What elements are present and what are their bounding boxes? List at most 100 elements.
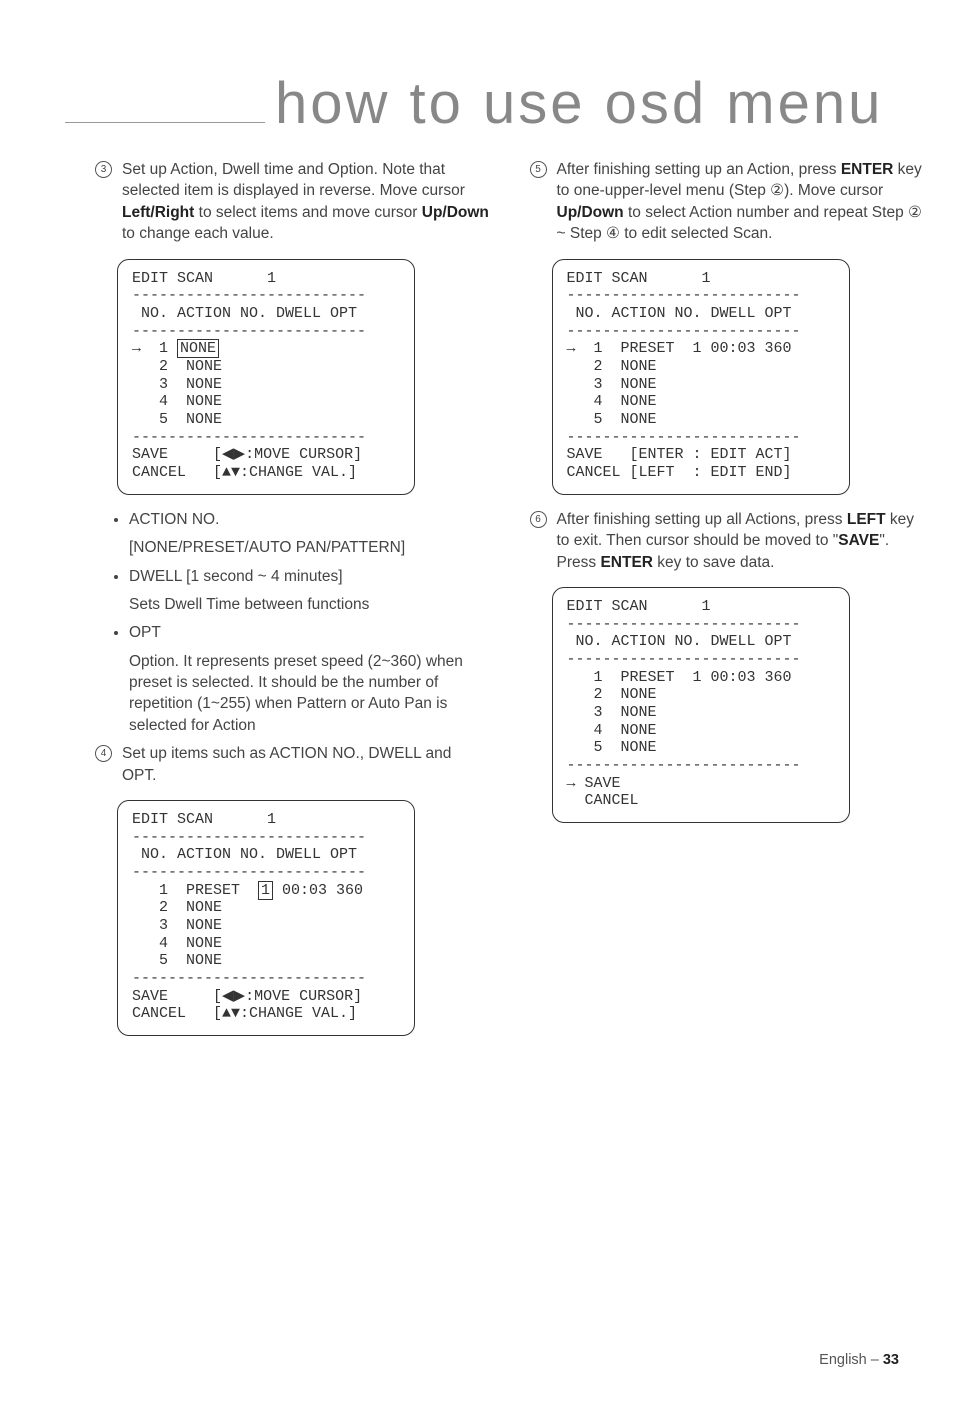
step-3: 3 Set up Action, Dwell time and Option. … [95,159,490,245]
page-footer: English – 33 [819,1352,899,1368]
osd1-s1: SAVE [◀▶:MOVE CURSOR] [132,446,362,463]
osd4-d3: -------------------------- [567,757,801,774]
osd-screen-1: EDIT SCAN 1 -------------------------- N… [117,259,415,495]
osd4-r4: 4 NONE [567,722,657,739]
step-3-icon: 3 [95,161,112,178]
osd1-d2: -------------------------- [132,323,366,340]
osd3-s2: CANCEL [LEFT : EDIT END] [567,464,792,481]
osd3-r1: → 1 PRESET 1 00:03 360 [567,340,792,357]
osd3-r3: 3 NONE [567,376,657,393]
osd4-s1: → SAVE [567,775,621,792]
osd3-r2: 2 NONE [567,358,657,375]
osd3-d2: -------------------------- [567,323,801,340]
step-3-body: Set up Action, Dwell time and Option. No… [122,159,490,245]
step-5-body: After finishing setting up an Action, pr… [557,159,925,245]
bullet-action-no: ACTION NO. [129,509,490,530]
osd1-r1-sel: NONE [177,339,219,358]
step-6-text-g: key to save data. [653,554,775,571]
bullet-list-2: DWELL [1 second ~ 4 minutes] [129,566,490,587]
osd2-d1: -------------------------- [132,829,366,846]
osd3-hdr: NO. ACTION NO. DWELL OPT [567,305,792,322]
osd-screen-2: EDIT SCAN 1 -------------------------- N… [117,800,415,1036]
osd2-r1a: 1 PRESET [132,882,258,899]
osd1-title: EDIT SCAN 1 [132,270,276,287]
step-5-icon: 5 [530,161,547,178]
osd4-s2: CANCEL [567,792,639,809]
osd4-hdr: NO. ACTION NO. DWELL OPT [567,633,792,650]
osd4-r2: 2 NONE [567,686,657,703]
osd3-r4: 4 NONE [567,393,657,410]
step-4: 4 Set up items such as ACTION NO., DWELL… [95,743,490,786]
step-6-text-a: After finishing setting up all Actions, … [557,511,847,528]
step-5: 5 After finishing setting up an Action, … [530,159,925,245]
osd3-title: EDIT SCAN 1 [567,270,711,287]
osd2-title: EDIT SCAN 1 [132,811,276,828]
bullet-list-3: OPT [129,622,490,643]
bullet-2-title: DWELL [129,568,182,585]
step-6-icon: 6 [530,511,547,528]
osd2-s1: SAVE [◀▶:MOVE CURSOR] [132,988,362,1005]
osd3-s1: SAVE [ENTER : EDIT ACT] [567,446,792,463]
step-5-text-a: After finishing setting up an Action, pr… [557,161,841,178]
osd1-r1a: → 1 [132,340,177,357]
right-column: 5 After finishing setting up an Action, … [530,159,925,1050]
bullet-2-range: [1 second ~ 4 minutes] [182,568,343,585]
bullet-3-sub: Option. It represents preset speed (2~36… [129,651,490,737]
osd-screen-3: EDIT SCAN 1 -------------------------- N… [552,259,850,495]
page-header: how to use osd menu [65,70,924,137]
step-4-body: Set up items such as ACTION NO., DWELL a… [122,743,490,786]
osd2-r2: 2 NONE [132,899,222,916]
step-6-bold-d: SAVE [838,532,879,549]
page-title: how to use osd menu [275,70,883,137]
footer-lang: English – [819,1352,883,1368]
step-6: 6 After finishing setting up all Actions… [530,509,925,573]
step-4-icon: 4 [95,745,112,762]
bullet-list: ACTION NO. [129,509,490,530]
osd4-d2: -------------------------- [567,651,801,668]
osd4-title: EDIT SCAN 1 [567,598,711,615]
step-3-text-e: to change each value. [122,225,274,242]
osd2-r3: 3 NONE [132,917,222,934]
osd4-r1: 1 PRESET 1 00:03 360 [567,669,792,686]
bullet-3-title: OPT [129,624,161,641]
step-3-text-c: to select items and move cursor [194,204,421,221]
osd1-hdr: NO. ACTION NO. DWELL OPT [132,305,357,322]
osd1-r4: 4 NONE [132,393,222,410]
osd3-d3: -------------------------- [567,429,801,446]
step-3-bold-d: Up/Down [422,204,489,221]
step-5-bold-b: ENTER [841,161,894,178]
osd2-d2: -------------------------- [132,864,366,881]
left-column: 3 Set up Action, Dwell time and Option. … [95,159,490,1050]
bullet-1-title: ACTION NO. [129,511,219,528]
header-rule [65,122,265,123]
step-6-body: After finishing setting up all Actions, … [557,509,925,573]
osd1-d1: -------------------------- [132,287,366,304]
osd1-r2: 2 NONE [132,358,222,375]
osd1-d3: -------------------------- [132,429,366,446]
osd1-r5: 5 NONE [132,411,222,428]
osd1-r3: 3 NONE [132,376,222,393]
step-6-bold-b: LEFT [847,511,886,528]
osd4-d1: -------------------------- [567,616,801,633]
osd4-r3: 3 NONE [567,704,657,721]
osd2-r1c: 00:03 360 [273,882,363,899]
osd2-r1-sel: 1 [258,881,273,900]
bullet-dwell: DWELL [1 second ~ 4 minutes] [129,566,490,587]
osd4-r5: 5 NONE [567,739,657,756]
osd2-d3: -------------------------- [132,970,366,987]
step-3-text-a: Set up Action, Dwell time and Option. No… [122,161,465,199]
osd2-s2: CANCEL [▲▼:CHANGE VAL.] [132,1005,357,1022]
osd3-r5: 5 NONE [567,411,657,428]
osd1-s2: CANCEL [▲▼:CHANGE VAL.] [132,464,357,481]
bullet-1-sub: [NONE/PRESET/AUTO PAN/PATTERN] [129,537,490,558]
step-6-bold-f: ENTER [600,554,653,571]
osd2-r5: 5 NONE [132,952,222,969]
osd2-hdr: NO. ACTION NO. DWELL OPT [132,846,357,863]
osd3-d1: -------------------------- [567,287,801,304]
step-5-bold-d: Up/Down [557,204,624,221]
bullet-2-sub: Sets Dwell Time between functions [129,594,490,615]
page-number: 33 [883,1352,899,1368]
osd-screen-4: EDIT SCAN 1 -------------------------- N… [552,587,850,823]
bullet-opt: OPT [129,622,490,643]
osd2-r4: 4 NONE [132,935,222,952]
